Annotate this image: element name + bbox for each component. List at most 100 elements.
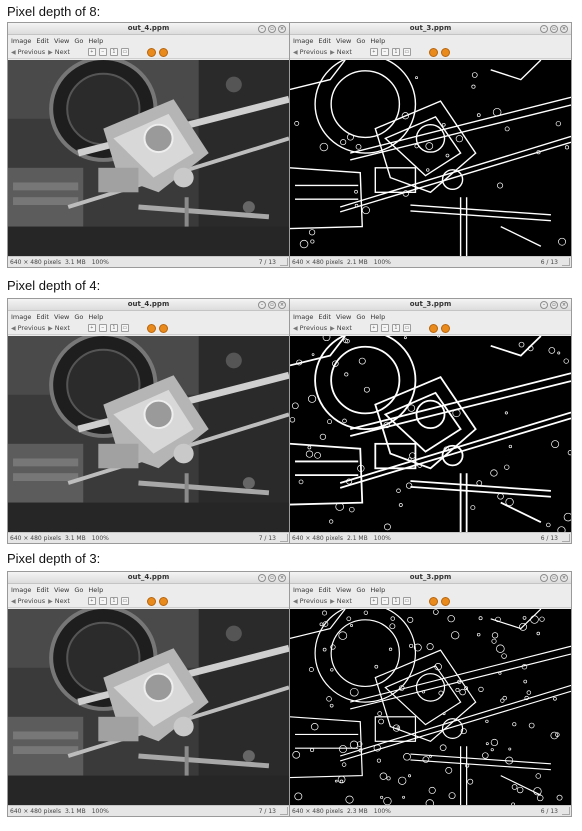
image-view[interactable] bbox=[290, 60, 571, 256]
menu-item[interactable]: View bbox=[54, 313, 69, 321]
menu-item[interactable]: Go bbox=[74, 313, 83, 321]
close-icon[interactable]: × bbox=[278, 574, 286, 582]
window-titlebar[interactable]: out_4.ppm – ▫ × bbox=[8, 23, 289, 35]
rotate-right-icon[interactable] bbox=[440, 323, 450, 333]
zoom-fit-icon[interactable]: ▭ bbox=[120, 48, 129, 56]
minimize-icon[interactable]: – bbox=[540, 25, 548, 33]
image-view[interactable] bbox=[290, 609, 571, 805]
menu-item[interactable]: View bbox=[54, 586, 69, 594]
zoom-in-icon[interactable]: + bbox=[87, 324, 96, 332]
previous-button[interactable]: ◀ Previous bbox=[11, 324, 45, 332]
window-titlebar[interactable]: out_4.ppm – ▫ × bbox=[8, 299, 289, 311]
rotate-right-icon[interactable] bbox=[440, 596, 450, 606]
previous-button[interactable]: ◀ Previous bbox=[11, 597, 45, 605]
zoom-normal-icon[interactable]: 1 bbox=[109, 324, 118, 332]
zoom-out-icon[interactable]: − bbox=[380, 597, 389, 605]
rotate-right-icon[interactable] bbox=[440, 47, 450, 57]
menu-item[interactable]: View bbox=[336, 586, 351, 594]
menu-item[interactable]: Image bbox=[293, 37, 313, 45]
previous-button[interactable]: ◀ Previous bbox=[293, 324, 327, 332]
zoom-out-icon[interactable]: − bbox=[98, 48, 107, 56]
close-icon[interactable]: × bbox=[560, 574, 568, 582]
rotate-right-icon[interactable] bbox=[158, 596, 168, 606]
zoom-fit-icon[interactable]: ▭ bbox=[402, 597, 411, 605]
close-icon[interactable]: × bbox=[278, 25, 286, 33]
menu-item[interactable]: Help bbox=[370, 313, 385, 321]
menu-item[interactable]: View bbox=[336, 37, 351, 45]
zoom-out-icon[interactable]: − bbox=[98, 597, 107, 605]
zoom-fit-icon[interactable]: ▭ bbox=[120, 597, 129, 605]
image-view[interactable] bbox=[290, 336, 571, 532]
menu-item[interactable]: View bbox=[336, 313, 351, 321]
resize-grip[interactable] bbox=[280, 807, 288, 815]
zoom-out-icon[interactable]: − bbox=[380, 324, 389, 332]
image-view[interactable] bbox=[8, 609, 289, 805]
maximize-icon[interactable]: ▫ bbox=[268, 25, 276, 33]
zoom-in-icon[interactable]: + bbox=[369, 597, 378, 605]
maximize-icon[interactable]: ▫ bbox=[550, 301, 558, 309]
rotate-left-icon[interactable] bbox=[146, 323, 156, 333]
previous-button[interactable]: ◀ Previous bbox=[11, 48, 45, 56]
zoom-normal-icon[interactable]: 1 bbox=[109, 597, 118, 605]
previous-button[interactable]: ◀ Previous bbox=[293, 597, 327, 605]
rotate-left-icon[interactable] bbox=[428, 323, 438, 333]
zoom-fit-icon[interactable]: ▭ bbox=[402, 324, 411, 332]
resize-grip[interactable] bbox=[562, 534, 570, 542]
zoom-fit-icon[interactable]: ▭ bbox=[120, 324, 129, 332]
image-view[interactable] bbox=[8, 60, 289, 256]
rotate-left-icon[interactable] bbox=[428, 47, 438, 57]
zoom-out-icon[interactable]: − bbox=[98, 324, 107, 332]
minimize-icon[interactable]: – bbox=[540, 574, 548, 582]
close-icon[interactable]: × bbox=[278, 301, 286, 309]
maximize-icon[interactable]: ▫ bbox=[268, 301, 276, 309]
menu-item[interactable]: Image bbox=[293, 313, 313, 321]
rotate-right-icon[interactable] bbox=[158, 47, 168, 57]
previous-button[interactable]: ◀ Previous bbox=[293, 48, 327, 56]
menu-item[interactable]: Help bbox=[370, 586, 385, 594]
menu-item[interactable]: Go bbox=[356, 313, 365, 321]
menu-item[interactable]: Go bbox=[356, 586, 365, 594]
rotate-right-icon[interactable] bbox=[158, 323, 168, 333]
menu-item[interactable]: Go bbox=[74, 586, 83, 594]
menu-item[interactable]: Edit bbox=[318, 586, 331, 594]
window-titlebar[interactable]: out_3.ppm – ▫ × bbox=[290, 572, 571, 584]
rotate-left-icon[interactable] bbox=[146, 596, 156, 606]
zoom-normal-icon[interactable]: 1 bbox=[109, 48, 118, 56]
menu-item[interactable]: Image bbox=[293, 586, 313, 594]
next-button[interactable]: ▶ Next bbox=[330, 324, 352, 332]
window-titlebar[interactable]: out_3.ppm – ▫ × bbox=[290, 299, 571, 311]
menu-item[interactable]: Edit bbox=[318, 313, 331, 321]
image-view[interactable] bbox=[8, 336, 289, 532]
rotate-left-icon[interactable] bbox=[428, 596, 438, 606]
next-button[interactable]: ▶ Next bbox=[48, 597, 70, 605]
menu-item[interactable]: View bbox=[54, 37, 69, 45]
maximize-icon[interactable]: ▫ bbox=[550, 25, 558, 33]
menu-item[interactable]: Go bbox=[74, 37, 83, 45]
menu-item[interactable]: Help bbox=[88, 586, 103, 594]
zoom-in-icon[interactable]: + bbox=[369, 324, 378, 332]
window-titlebar[interactable]: out_4.ppm – ▫ × bbox=[8, 572, 289, 584]
menu-item[interactable]: Edit bbox=[318, 37, 331, 45]
close-icon[interactable]: × bbox=[560, 25, 568, 33]
close-icon[interactable]: × bbox=[560, 301, 568, 309]
menu-item[interactable]: Image bbox=[11, 586, 31, 594]
rotate-left-icon[interactable] bbox=[146, 47, 156, 57]
next-button[interactable]: ▶ Next bbox=[330, 597, 352, 605]
zoom-fit-icon[interactable]: ▭ bbox=[402, 48, 411, 56]
maximize-icon[interactable]: ▫ bbox=[268, 574, 276, 582]
zoom-in-icon[interactable]: + bbox=[369, 48, 378, 56]
menu-item[interactable]: Help bbox=[370, 37, 385, 45]
zoom-in-icon[interactable]: + bbox=[87, 48, 96, 56]
zoom-normal-icon[interactable]: 1 bbox=[391, 324, 400, 332]
minimize-icon[interactable]: – bbox=[258, 301, 266, 309]
zoom-in-icon[interactable]: + bbox=[87, 597, 96, 605]
resize-grip[interactable] bbox=[280, 258, 288, 266]
resize-grip[interactable] bbox=[562, 807, 570, 815]
window-titlebar[interactable]: out_3.ppm – ▫ × bbox=[290, 23, 571, 35]
menu-item[interactable]: Edit bbox=[36, 586, 49, 594]
zoom-out-icon[interactable]: − bbox=[380, 48, 389, 56]
menu-item[interactable]: Image bbox=[11, 37, 31, 45]
next-button[interactable]: ▶ Next bbox=[330, 48, 352, 56]
next-button[interactable]: ▶ Next bbox=[48, 324, 70, 332]
maximize-icon[interactable]: ▫ bbox=[550, 574, 558, 582]
